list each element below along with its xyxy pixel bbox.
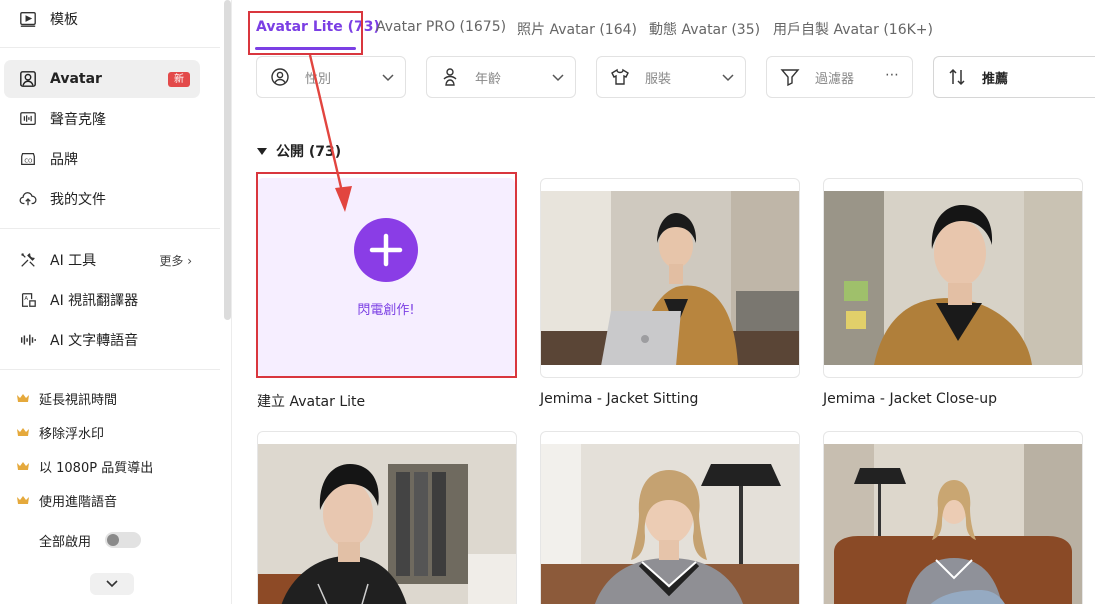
chevron-down-icon xyxy=(382,74,394,82)
crown-icon xyxy=(17,428,29,436)
avatar-card[interactable] xyxy=(823,431,1083,604)
sidebar-item-label: 品牌 xyxy=(50,152,78,168)
avatar-thumbnail xyxy=(258,444,516,604)
avatar-thumbnail xyxy=(824,444,1082,604)
sidebar-item-voice-clone[interactable]: 聲音克隆 xyxy=(4,100,200,138)
avatar-card[interactable] xyxy=(540,178,800,378)
premium-item-export-1080p[interactable]: 以 1080P 品質導出 xyxy=(16,456,153,476)
avatar-icon xyxy=(18,69,38,89)
tab-photo-avatar[interactable]: 照片 Avatar (164) xyxy=(517,19,637,39)
card-title: 建立 Avatar Lite xyxy=(257,394,366,410)
sidebar-scrollbar[interactable] xyxy=(224,0,231,320)
enable-all-row: 全部啟用 xyxy=(39,529,142,551)
sidebar: 模板 Avatar 新 聲音克隆 CO 品牌 我的文件 AI 工具 更多 › A… xyxy=(0,0,232,604)
tools-icon xyxy=(18,250,38,270)
sort-icon xyxy=(946,66,968,88)
template-icon xyxy=(18,9,38,29)
tab-user-avatar[interactable]: 用戶自製 Avatar (16K+) xyxy=(773,19,933,39)
avatar-thumbnail xyxy=(541,191,799,365)
sidebar-item-label: 模板 xyxy=(50,12,78,28)
sidebar-item-avatar[interactable]: Avatar 新 xyxy=(4,60,200,98)
sidebar-item-label: AI 工具 xyxy=(50,253,97,269)
gender-filter[interactable]: 性別 xyxy=(256,56,406,98)
avatar-thumbnail xyxy=(541,444,799,604)
sidebar-item-label: AI 文字轉語音 xyxy=(50,333,139,349)
upload-cloud-icon xyxy=(18,189,38,209)
new-badge: 新 xyxy=(168,72,190,87)
enable-all-label: 全部啟用 xyxy=(39,534,92,550)
sidebar-item-template[interactable]: 模板 xyxy=(4,0,200,38)
collapse-button[interactable] xyxy=(90,573,134,595)
filter-button[interactable]: 過濾器 ⋯ xyxy=(766,56,913,98)
svg-text:CO: CO xyxy=(24,159,32,165)
sidebar-item-ai-tts[interactable]: AI 文字轉語音 xyxy=(4,321,200,359)
sidebar-item-label: 我的文件 xyxy=(50,192,106,208)
app-window: 模板 Avatar 新 聲音克隆 CO 品牌 我的文件 AI 工具 更多 › A… xyxy=(0,0,1095,604)
tab-avatar-pro[interactable]: Avatar PRO (1675) xyxy=(376,19,506,35)
avatar-thumbnail xyxy=(824,191,1082,365)
avatar-card[interactable] xyxy=(540,431,800,604)
sidebar-item-label: 聲音克隆 xyxy=(50,112,106,128)
clothing-filter[interactable]: 服裝 xyxy=(596,56,746,98)
baby-icon xyxy=(439,66,461,88)
voice-clone-icon xyxy=(18,109,38,129)
caret-down-icon xyxy=(257,147,267,155)
crown-icon xyxy=(17,462,29,470)
more-dots-icon: ⋯ xyxy=(885,67,900,83)
annotation-highlight-tab xyxy=(248,11,363,55)
chevron-down-icon xyxy=(552,74,564,82)
enable-all-toggle[interactable] xyxy=(105,532,142,548)
avatar-card[interactable] xyxy=(257,431,517,604)
divider xyxy=(0,47,220,48)
premium-item-extend-video[interactable]: 延長視訊時間 xyxy=(16,388,117,408)
sort-dropdown[interactable]: 推薦 xyxy=(933,56,1095,98)
video-translate-icon: A xyxy=(18,290,38,310)
tab-dynamic-avatar[interactable]: 動態 Avatar (35) xyxy=(649,19,760,39)
divider xyxy=(0,228,220,229)
card-title: Jemima - Jacket Sitting xyxy=(540,391,699,407)
svg-text:A: A xyxy=(24,296,28,302)
premium-item-remove-watermark[interactable]: 移除浮水印 xyxy=(16,422,104,442)
shirt-icon xyxy=(609,66,631,88)
funnel-icon xyxy=(779,66,801,88)
text-to-speech-icon xyxy=(18,330,38,350)
chevron-right-icon: › xyxy=(183,253,192,268)
sidebar-item-label: Avatar xyxy=(50,71,102,87)
sidebar-item-my-files[interactable]: 我的文件 xyxy=(4,180,200,218)
sidebar-item-ai-video-translator[interactable]: A AI 視訊翻譯器 xyxy=(4,281,200,319)
premium-item-advanced-voice[interactable]: 使用進階語音 xyxy=(16,490,117,510)
sidebar-item-ai-tools[interactable]: AI 工具 更多 › xyxy=(4,241,200,279)
sidebar-item-brand[interactable]: CO 品牌 xyxy=(4,140,200,178)
section-header-public[interactable]: 公開 (73) xyxy=(257,141,341,161)
chevron-down-icon xyxy=(722,74,734,82)
chevron-down-icon xyxy=(106,580,118,588)
divider xyxy=(0,369,220,370)
sidebar-item-label: AI 視訊翻譯器 xyxy=(50,293,139,309)
brand-icon: CO xyxy=(18,149,38,169)
annotation-highlight-card xyxy=(256,172,517,378)
crown-icon xyxy=(17,394,29,402)
crown-icon xyxy=(17,496,29,504)
avatar-card[interactable] xyxy=(823,178,1083,378)
age-filter[interactable]: 年齡 xyxy=(426,56,576,98)
person-circle-icon xyxy=(269,66,291,88)
more-link[interactable]: 更多 › xyxy=(159,252,192,269)
card-title: Jemima - Jacket Close-up xyxy=(823,391,997,407)
